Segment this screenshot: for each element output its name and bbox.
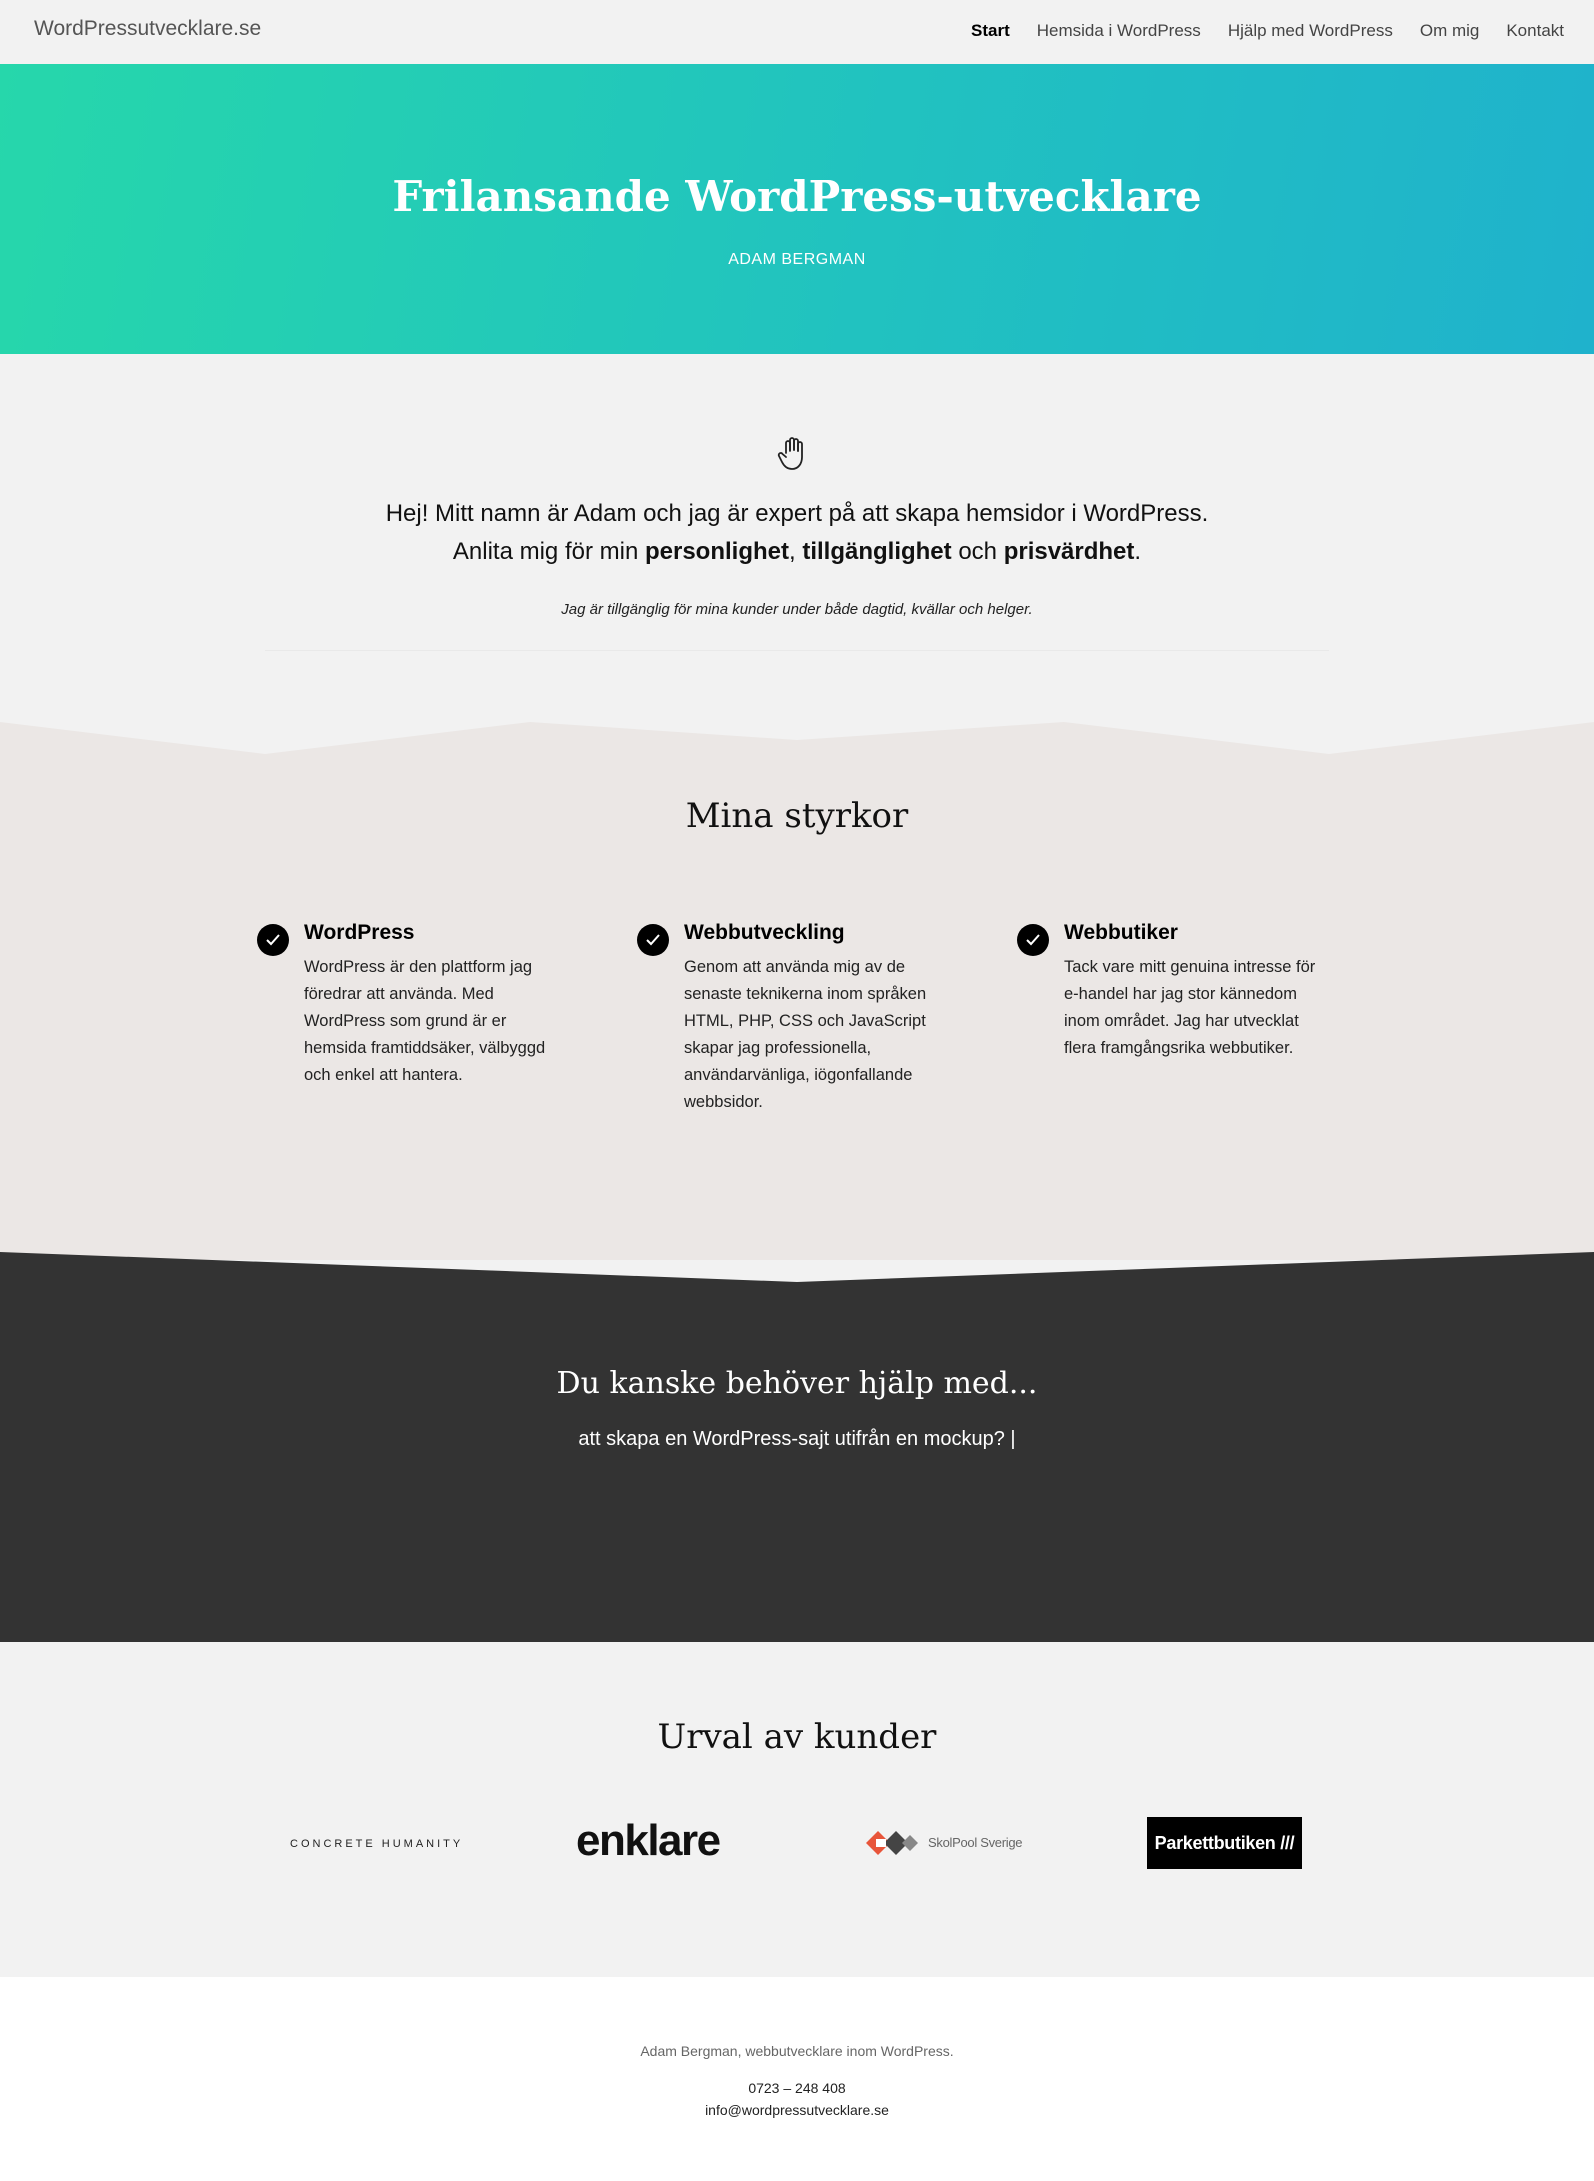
intro-pitch: Anlita mig för min personlighet, tillgän… (0, 538, 1594, 566)
feature-text: WordPress är den plattform jag föredrar … (304, 958, 546, 1084)
help-section: Du kanske behöver hjälp med... att skapa… (0, 1252, 1594, 1642)
feature-title: Webbutiker (1064, 921, 1178, 944)
nav-item-om-mig[interactable]: Om mig (1420, 21, 1480, 41)
divider (265, 650, 1329, 651)
nav-item-hemsida[interactable]: Hemsida i WordPress (1037, 21, 1201, 41)
help-title: Du kanske behöver hjälp med... (556, 1366, 1038, 1401)
footer-email-link[interactable]: info@wordpressutvecklare.se (0, 2102, 1594, 2118)
hero-title: Frilansande WordPress-utvecklare (392, 172, 1202, 221)
checkmark-icon (257, 924, 289, 956)
feature-title: Webbutveckling (684, 921, 845, 944)
hero-banner: Frilansande WordPress-utvecklare ADAM BE… (0, 64, 1594, 354)
client-logo-parkettbutiken: Parkettbutiken /// (1147, 1817, 1302, 1869)
strengths-section: Mina styrkor WordPress WordPress är den … (0, 700, 1594, 1260)
site-brand-link[interactable]: WordPressutvecklare.se (34, 17, 261, 41)
clients-section: Urval av kunder CONCRETE HUMANITY enklar… (0, 1641, 1594, 1977)
footer-phone-link[interactable]: 0723 – 248 408 (0, 2080, 1594, 2096)
nav-item-kontakt[interactable]: Kontakt (1506, 21, 1564, 41)
site-footer: Adam Bergman, webbutvecklare inom WordPr… (0, 1977, 1594, 2181)
footer-tagline: Adam Bergman, webbutvecklare inom WordPr… (640, 2043, 954, 2059)
nav-item-hjalp[interactable]: Hjälp med WordPress (1228, 21, 1393, 41)
strengths-title: Mina styrkor (685, 796, 909, 836)
intro-greeting: Hej! Mitt namn är Adam och jag är expert… (385, 500, 1209, 527)
feature-text: Genom att använda mig av de senaste tekn… (684, 958, 927, 1111)
clients-title: Urval av kunder (657, 1717, 937, 1757)
main-menu: Start Hemsida i WordPress Hjälp med Word… (971, 21, 1564, 41)
client-logo-concrete-humanity: CONCRETE HUMANITY (290, 1838, 464, 1850)
intro-pitch-tillganglighet: tillgänglighet (802, 538, 952, 565)
intro-section: Hej! Mitt namn är Adam och jag är expert… (0, 354, 1594, 724)
top-navigation: WordPressutvecklare.se Start Hemsida i W… (0, 0, 1594, 64)
intro-pitch-prefix: Anlita mig för min (452, 538, 645, 565)
intro-pitch-end: . (1134, 538, 1142, 565)
hero-subtitle: ADAM BERGMAN (728, 251, 866, 268)
checkmark-icon (637, 924, 669, 956)
availability-note: Jag är tillgänglig för mina kunder under… (561, 601, 1033, 618)
help-typewriter-text: att skapa en WordPress-sajt utifrån en m… (578, 1428, 1016, 1450)
intro-pitch-separator: , (788, 538, 803, 565)
checkmark-icon (1017, 924, 1049, 956)
feature-title: WordPress (304, 921, 415, 944)
nav-item-start[interactable]: Start (971, 21, 1010, 41)
client-logo-skolpool: SkolPool Sverige (862, 1826, 1023, 1860)
intro-pitch-och: och (951, 538, 1004, 565)
feature-text: Tack vare mitt genuina intresse för e-ha… (1064, 958, 1316, 1057)
client-logo-enklare: enklare (576, 1816, 721, 1865)
intro-pitch-prisvardhet: prisvärdhet (1003, 538, 1135, 565)
intro-pitch-personlighet: personlighet (644, 538, 789, 565)
skolpool-mark-icon (866, 1831, 918, 1855)
hand-wave-icon (777, 437, 803, 470)
skolpool-wordmark: SkolPool Sverige (928, 1835, 1023, 1850)
